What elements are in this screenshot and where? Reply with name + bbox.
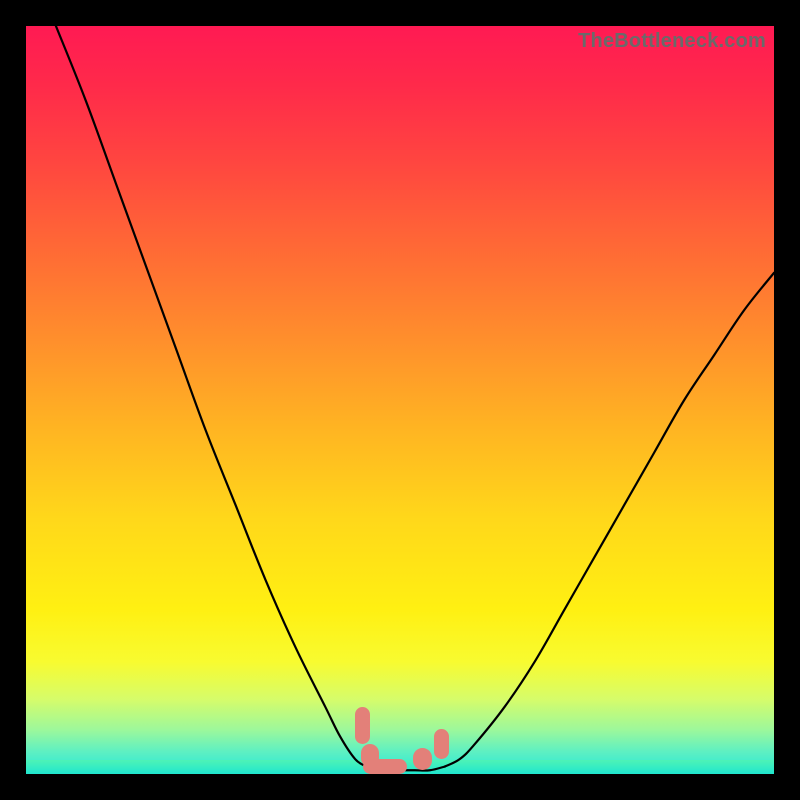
chart-frame: TheBottleneck.com [0,0,800,800]
blotch-4 [434,729,449,759]
blotch-0 [355,707,370,744]
series-left-curve [56,26,366,767]
blotch-2 [363,759,408,774]
blotch-3 [413,748,432,770]
curve-layer [26,26,774,774]
plot-area: TheBottleneck.com [26,26,774,774]
watermark-text: TheBottleneck.com [578,30,766,53]
series-right-curve [445,273,774,767]
